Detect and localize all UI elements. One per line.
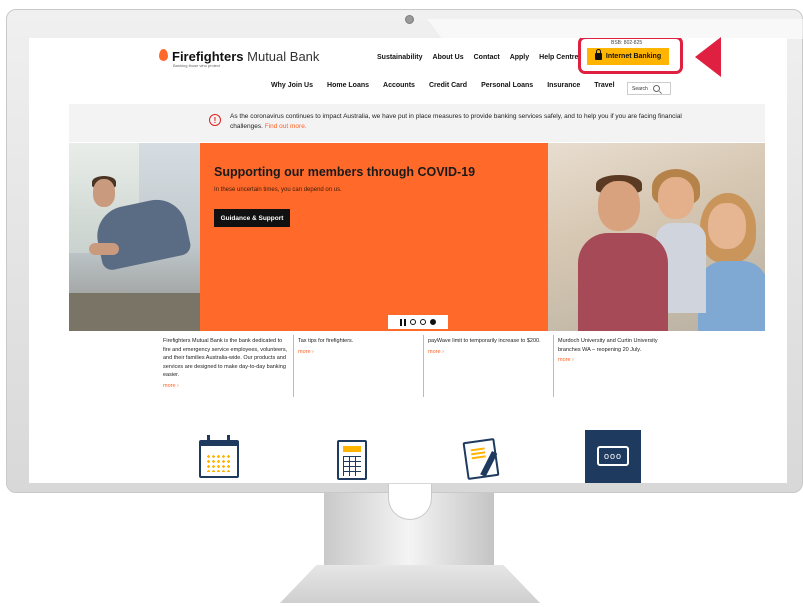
news-item: payWave limit to temporarily increase to… xyxy=(423,335,553,397)
alert-icon: ! xyxy=(209,114,221,126)
calendar-icon[interactable] xyxy=(199,435,239,478)
monitor-base xyxy=(280,565,540,603)
flame-icon xyxy=(159,49,168,61)
hero-image-family xyxy=(548,143,765,331)
alert-text: As the coronavirus continues to impact A… xyxy=(230,112,710,132)
news-more-link[interactable]: more › xyxy=(558,356,679,365)
carousel-dot-3[interactable] xyxy=(430,319,436,325)
carousel-controls xyxy=(388,315,448,329)
news-text: Tax tips for firefighters. xyxy=(298,338,354,344)
news-text: Murdoch University and Curtin University… xyxy=(558,338,658,353)
highlight-box xyxy=(578,38,683,74)
news-item: Tax tips for firefighters. more › xyxy=(293,335,423,397)
nav-accounts[interactable]: Accounts xyxy=(383,82,415,89)
nav-travel[interactable]: Travel xyxy=(594,82,614,89)
nav-about-us[interactable]: About Us xyxy=(433,54,464,61)
nav-contact[interactable]: Contact xyxy=(474,54,500,61)
nav-home-loans[interactable]: Home Loans xyxy=(327,82,369,89)
nav-apply[interactable]: Apply xyxy=(510,54,529,61)
hero-content: Supporting our members through COVID-19 … xyxy=(200,143,548,331)
pointer-arrow-icon xyxy=(695,37,721,77)
bank-logo[interactable]: Firefighters Mutual Bank xyxy=(159,49,319,64)
search-input[interactable]: Search xyxy=(627,82,671,95)
logo-bold-text: Firefighters xyxy=(172,49,244,64)
screen-glare xyxy=(427,19,803,39)
nav-sustainability[interactable]: Sustainability xyxy=(377,54,423,61)
logo-tagline: Banking those who protect xyxy=(173,63,221,68)
calculator-icon[interactable] xyxy=(337,440,367,480)
guidance-support-button[interactable]: Guidance & Support xyxy=(214,209,290,227)
news-item: Firefighters Mutual Bank is the bank ded… xyxy=(163,335,293,397)
news-more-link[interactable]: more › xyxy=(428,348,549,357)
carousel-dot-2[interactable] xyxy=(420,319,426,325)
news-text: payWave limit to temporarily increase to… xyxy=(428,338,541,344)
nav-why-join-us[interactable]: Why Join Us xyxy=(271,82,313,89)
top-nav: Sustainability About Us Contact Apply He… xyxy=(377,54,578,61)
main-nav: Why Join Us Home Loans Accounts Credit C… xyxy=(271,82,615,89)
carousel-dot-1[interactable] xyxy=(410,319,416,325)
nav-credit-card[interactable]: Credit Card xyxy=(429,82,467,89)
find-out-more-link[interactable]: Find out more. xyxy=(265,123,307,130)
pause-icon[interactable] xyxy=(400,318,406,326)
news-more-link[interactable]: more › xyxy=(163,382,289,391)
covid-alert: ! As the coronavirus continues to impact… xyxy=(69,104,765,142)
news-row: Firefighters Mutual Bank is the bank ded… xyxy=(163,335,683,397)
news-text: Firefighters Mutual Bank is the bank ded… xyxy=(163,338,288,378)
hero-image-man-exercising xyxy=(69,143,200,331)
browser-screen: Firefighters Mutual Bank Banking those w… xyxy=(29,38,787,483)
monitor-frame: Firefighters Mutual Bank Banking those w… xyxy=(6,9,803,493)
search-label: Search xyxy=(632,85,648,92)
hero-title: Supporting our members through COVID-19 xyxy=(214,165,476,179)
hero-subtitle: In these uncertain times, you can depend… xyxy=(214,187,342,193)
feature-icons: ooo xyxy=(69,430,765,483)
news-item: Murdoch University and Curtin University… xyxy=(553,335,683,397)
search-icon[interactable] xyxy=(652,85,660,92)
hero-banner: Supporting our members through COVID-19 … xyxy=(69,143,765,331)
nav-help-centre[interactable]: Help Centre xyxy=(539,54,578,61)
chat-icon[interactable]: ooo xyxy=(585,430,641,483)
logo-light-text: Mutual Bank xyxy=(247,49,320,64)
nav-personal-loans[interactable]: Personal Loans xyxy=(481,82,533,89)
camera-icon xyxy=(405,15,414,24)
nav-insurance[interactable]: Insurance xyxy=(547,82,580,89)
news-more-link[interactable]: more › xyxy=(298,348,419,357)
form-icon[interactable] xyxy=(462,437,500,481)
